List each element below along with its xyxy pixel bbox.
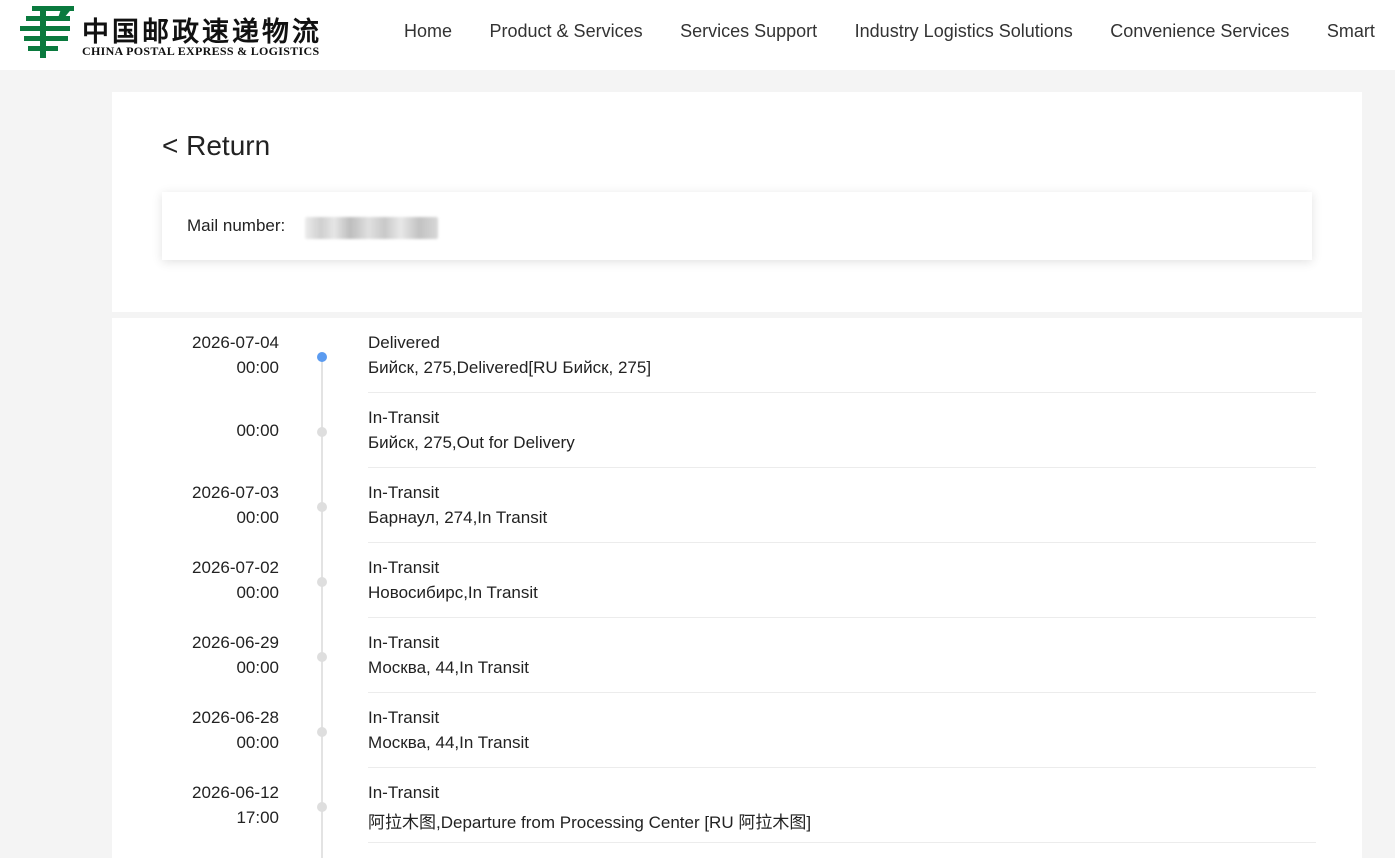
timeline-row: 00:00 In-Transit Бийск, 275,Out for Deli… <box>112 393 1362 468</box>
china-post-logo-icon <box>20 6 74 58</box>
event-date: 2026-06-12 <box>192 783 279 802</box>
event-description: 阿拉木图,Departure from Processing Center [R… <box>368 813 812 832</box>
timeline-dot <box>317 652 327 662</box>
event-time: 17:00 <box>236 808 279 827</box>
site-header: 中国邮政速递物流 CHINA POSTAL EXPRESS & LOGISTIC… <box>0 0 1395 70</box>
event-date: 2026-07-03 <box>192 483 279 502</box>
event-status: In-Transit <box>368 558 440 577</box>
event-time: 00:00 <box>236 421 279 440</box>
event-description: Москва, 44,In Transit <box>368 658 530 677</box>
event-date: 2026-07-04 <box>192 333 279 352</box>
event-description: Новосибирс,In Transit <box>368 583 538 602</box>
event-time: 00:00 <box>236 658 279 677</box>
event-date: 2026-06-28 <box>192 708 279 727</box>
event-status: In-Transit <box>368 633 440 652</box>
event-status: In-Transit <box>368 408 440 427</box>
timeline-dot <box>317 727 327 737</box>
main-nav: Home Product & Services Services Support… <box>404 0 1395 62</box>
mail-number-box: Mail number: <box>162 192 1312 260</box>
event-date: 2026-07-02 <box>192 558 279 577</box>
timeline-dot-active <box>317 352 327 362</box>
nav-services-support[interactable]: Services Support <box>680 21 817 42</box>
event-time: 00:00 <box>236 508 279 527</box>
nav-industry-logistics[interactable]: Industry Logistics Solutions <box>855 21 1073 42</box>
nav-convenience-services[interactable]: Convenience Services <box>1110 21 1289 42</box>
event-time: 00:00 <box>236 583 279 602</box>
timeline-row: 2026-06-12 17:00 In-Transit 阿拉木图,Departu… <box>112 768 1362 843</box>
event-time: 00:00 <box>236 733 279 752</box>
event-description: Москва, 44,In Transit <box>368 733 530 752</box>
event-description: Бийск, 275,Out for Delivery <box>368 433 575 452</box>
event-status: In-Transit <box>368 483 440 502</box>
row-divider <box>368 842 1316 843</box>
timeline-row: 2026-07-03 00:00 In-Transit Барнаул, 274… <box>112 468 1362 543</box>
nav-home[interactable]: Home <box>404 21 452 42</box>
timeline-row: 2026-07-04 00:00 Delivered Бийск, 275,De… <box>112 318 1362 393</box>
timeline-dot <box>317 802 327 812</box>
logo[interactable]: 中国邮政速递物流 CHINA POSTAL EXPRESS & LOGISTIC… <box>18 4 348 62</box>
nav-product-services[interactable]: Product & Services <box>490 21 643 42</box>
return-link[interactable]: < Return <box>162 130 270 162</box>
mail-number-label: Mail number: <box>187 216 286 235</box>
event-date: 2026-06-29 <box>192 633 279 652</box>
tracking-timeline: 2026-07-04 00:00 Delivered Бийск, 275,De… <box>112 318 1362 858</box>
mail-number-redacted <box>305 217 438 239</box>
event-time: 00:00 <box>236 358 279 377</box>
event-description: Барнаул, 274,In Transit <box>368 508 548 527</box>
event-status: In-Transit <box>368 708 440 727</box>
timeline-dot <box>317 502 327 512</box>
timeline-row: 2026-07-02 00:00 In-Transit Новосибирс,I… <box>112 543 1362 618</box>
logo-english-name: CHINA POSTAL EXPRESS & LOGISTICS <box>82 44 320 58</box>
event-description: Бийск, 275,Delivered[RU Бийск, 275] <box>368 358 652 377</box>
event-status: In-Transit <box>368 783 440 802</box>
timeline-dot <box>317 577 327 587</box>
event-status: Delivered <box>368 333 440 352</box>
timeline-dot <box>317 427 327 437</box>
nav-smart[interactable]: Smart <box>1327 21 1375 42</box>
timeline-row: 2026-06-28 00:00 In-Transit Москва, 44,I… <box>112 693 1362 768</box>
timeline-row: 2026-06-29 00:00 In-Transit Москва, 44,I… <box>112 618 1362 693</box>
tracking-header-card: < Return Mail number: <box>112 92 1362 312</box>
